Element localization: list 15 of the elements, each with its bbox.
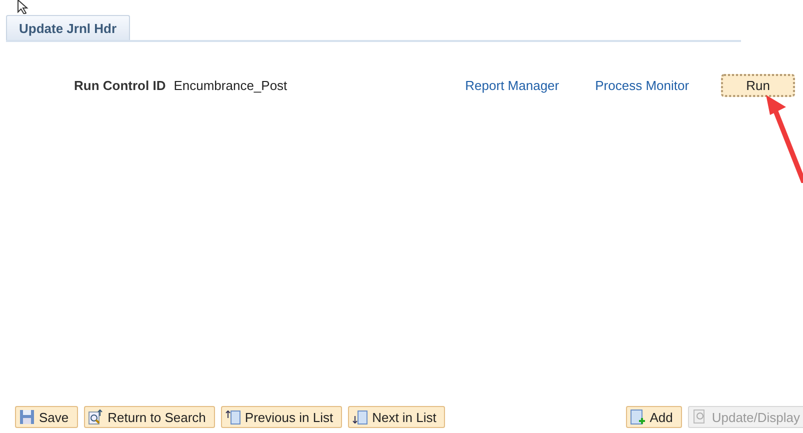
add-button[interactable]: Add — [626, 406, 682, 428]
save-button[interactable]: Save — [15, 406, 78, 428]
search-button[interactable]: Return to Search — [84, 406, 215, 428]
magnifier-page-icon — [88, 409, 104, 425]
field-label: Run Control ID — [74, 78, 166, 93]
field-value: Encumbrance_Post — [174, 78, 288, 93]
page-plus-icon — [630, 409, 646, 425]
down-arrow-page-icon — [352, 409, 368, 425]
next-button[interactable]: Next in List — [348, 406, 446, 428]
tab[interactable]: Update Jrnl Hdr — [6, 15, 130, 40]
link[interactable]: Report Manager — [465, 78, 560, 93]
run-button[interactable]: Run — [721, 74, 796, 97]
previous-button[interactable]: Previous in List — [220, 406, 342, 428]
up-arrow-page-icon — [224, 409, 241, 425]
link[interactable]: Process Monitor — [595, 78, 690, 93]
